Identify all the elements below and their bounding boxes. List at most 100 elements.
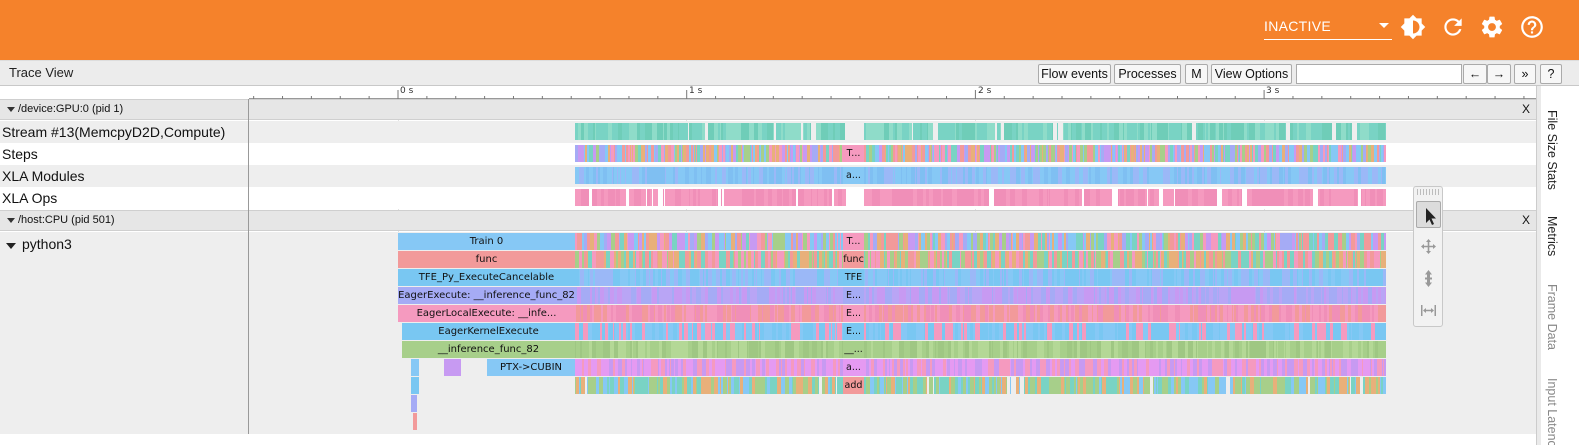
- trace-slice[interactable]: [1383, 377, 1386, 394]
- trace-slice[interactable]: [799, 123, 801, 140]
- tab-file-size-stats[interactable]: File Size Stats: [1545, 110, 1559, 190]
- trace-slice[interactable]: [1147, 377, 1150, 394]
- trace-slice[interactable]: [1383, 251, 1386, 268]
- help-button[interactable]: ?: [1540, 64, 1562, 84]
- trace-slice[interactable]: [1285, 123, 1286, 140]
- trace-slice-inline[interactable]: T...: [843, 233, 864, 250]
- trace-slice[interactable]: [1385, 287, 1386, 304]
- timing-mode-icon[interactable]: [1416, 297, 1441, 324]
- trace-slice[interactable]: [835, 377, 836, 394]
- trace-slice-inline[interactable]: E...: [843, 287, 864, 304]
- trace-slice[interactable]: [1384, 323, 1386, 340]
- time-ruler[interactable]: [249, 87, 1536, 102]
- slice-tfe-execute[interactable]: TFE_Py_ExecuteCancelable: [398, 269, 575, 286]
- trace-slice[interactable]: [1383, 305, 1386, 322]
- trace-slice[interactable]: [717, 189, 718, 206]
- processes-button[interactable]: Processes: [1114, 64, 1181, 84]
- trace-slice[interactable]: [1145, 189, 1147, 206]
- help-icon[interactable]: [1519, 14, 1545, 40]
- trace-slice[interactable]: [1052, 123, 1053, 140]
- tab-metrics[interactable]: Metrics: [1545, 216, 1559, 256]
- trace-slice[interactable]: [584, 189, 589, 206]
- trace-slice[interactable]: [1241, 189, 1242, 206]
- trace-slice[interactable]: [1109, 189, 1112, 206]
- slice-train[interactable]: Train 0: [398, 233, 575, 250]
- trace-slice[interactable]: [581, 377, 585, 394]
- trace-slice[interactable]: [1383, 269, 1386, 286]
- trace-slice[interactable]: [991, 123, 995, 140]
- trace-slice[interactable]: [840, 123, 845, 140]
- trace-slice[interactable]: [810, 123, 811, 140]
- close-process-button[interactable]: X: [1522, 102, 1530, 116]
- drag-handle-icon[interactable]: [1417, 189, 1441, 195]
- trace-slice[interactable]: [1385, 123, 1386, 140]
- trace-slice[interactable]: [792, 189, 796, 206]
- trace-slice-inline[interactable]: a...: [843, 359, 864, 376]
- trace-slice-inline[interactable]: a...: [843, 167, 864, 184]
- slice-small[interactable]: [411, 359, 419, 376]
- trace-slice[interactable]: [818, 377, 819, 394]
- close-process-button[interactable]: X: [1522, 213, 1530, 227]
- mouse-mode-selector[interactable]: [1413, 186, 1443, 327]
- trace-slice[interactable]: [702, 123, 705, 140]
- find-input[interactable]: [1296, 64, 1462, 84]
- trace-slice[interactable]: [650, 189, 652, 206]
- view-options-button[interactable]: View Options: [1211, 64, 1292, 84]
- slice-ptx-cubin[interactable]: PTX->CUBIN: [487, 359, 575, 376]
- slice-inference-func[interactable]: __inference_func_82: [402, 341, 575, 358]
- trace-slice-inline[interactable]: TFE: [843, 269, 864, 286]
- trace-slice[interactable]: [653, 189, 658, 206]
- trace-slice[interactable]: [1357, 189, 1358, 206]
- trace-slice[interactable]: [1327, 123, 1332, 140]
- refresh-icon[interactable]: [1440, 14, 1466, 40]
- trace-slice[interactable]: [929, 377, 933, 394]
- trace-slice[interactable]: [1154, 189, 1159, 206]
- trace-slice[interactable]: [1010, 377, 1011, 394]
- flow-events-button[interactable]: Flow events: [1038, 64, 1111, 84]
- trace-slice[interactable]: [1382, 341, 1386, 358]
- trace-slice[interactable]: [842, 189, 846, 206]
- slice-func[interactable]: func: [398, 251, 575, 268]
- trace-slice[interactable]: [1306, 377, 1308, 394]
- trace-slice[interactable]: [1170, 189, 1174, 206]
- trace-slice[interactable]: [1079, 189, 1082, 206]
- trace-slice[interactable]: [773, 123, 774, 140]
- trace-slice-inline[interactable]: func: [843, 251, 864, 268]
- slice-small[interactable]: [444, 359, 461, 376]
- tab-frame-data[interactable]: Frame Data: [1545, 284, 1559, 350]
- trace-slice[interactable]: [988, 189, 989, 206]
- metadata-button[interactable]: M: [1185, 64, 1208, 84]
- slice-small[interactable]: [411, 395, 417, 412]
- slice-eager-local-execute[interactable]: EagerLocalExecute: __infe...: [398, 305, 575, 322]
- trace-slice[interactable]: [621, 189, 626, 206]
- trace-slice[interactable]: [1349, 377, 1350, 394]
- trace-slice[interactable]: [1312, 189, 1313, 206]
- settings-icon[interactable]: [1479, 14, 1505, 40]
- trace-slice-inline[interactable]: E...: [843, 305, 864, 322]
- trace-slice[interactable]: [1225, 377, 1226, 394]
- trace-slice[interactable]: [1384, 359, 1386, 376]
- trace-slice[interactable]: [1385, 189, 1386, 206]
- session-select[interactable]: INACTIVE: [1264, 14, 1392, 40]
- trace-slice[interactable]: [663, 189, 664, 206]
- trace-slice[interactable]: [1384, 145, 1386, 162]
- trace-slice[interactable]: [928, 123, 933, 140]
- find-next-button[interactable]: →: [1487, 64, 1511, 84]
- trace-slice[interactable]: [683, 123, 688, 140]
- slice-small[interactable]: [411, 377, 419, 394]
- slice-eager-execute[interactable]: EagerExecute: __inference_func_82: [398, 287, 575, 304]
- trace-slice-inline[interactable]: T...: [843, 145, 864, 162]
- trace-slice[interactable]: [641, 189, 646, 206]
- trace-slice[interactable]: [1384, 233, 1386, 250]
- tab-input-latency[interactable]: Input Latency: [1545, 378, 1559, 445]
- find-previous-button[interactable]: ←: [1463, 64, 1487, 84]
- trace-slice[interactable]: [1057, 123, 1058, 140]
- trace-slice[interactable]: [829, 189, 832, 206]
- trace-slice-inline[interactable]: __...: [843, 341, 864, 358]
- trace-slice[interactable]: [926, 377, 927, 394]
- trace-slice[interactable]: [1356, 377, 1360, 394]
- brightness-icon[interactable]: [1400, 14, 1426, 40]
- trace-slice[interactable]: [1006, 377, 1007, 394]
- trace-slice[interactable]: [1191, 123, 1192, 140]
- pan-mode-icon[interactable]: [1416, 233, 1441, 260]
